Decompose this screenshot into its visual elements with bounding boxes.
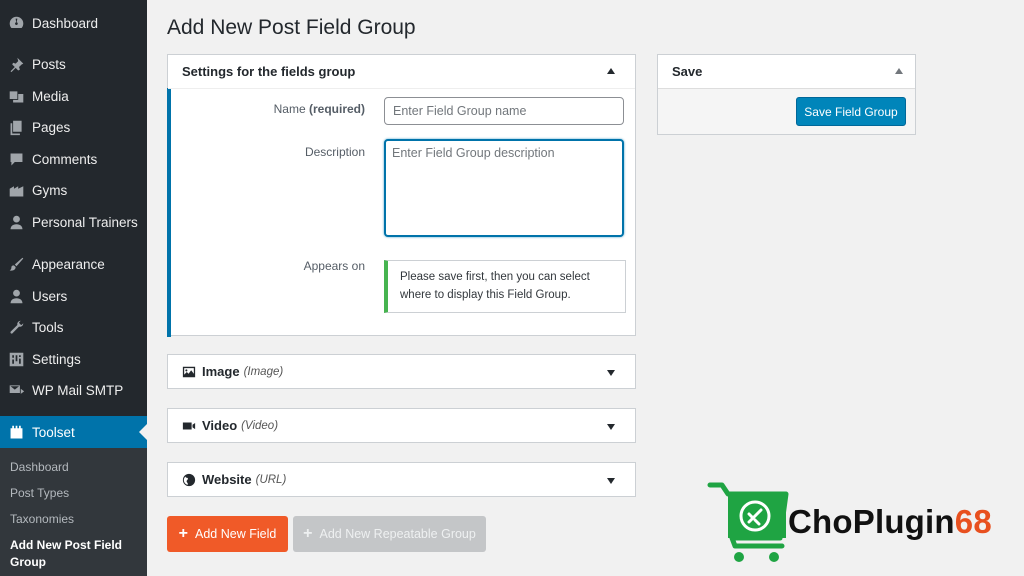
sidebar-item-settings[interactable]: Settings [0,344,147,374]
sidebar-item-media[interactable]: Media [0,81,147,111]
sidebar-item-toolset[interactable]: Toolset [0,416,147,448]
sidebar-item-tools[interactable]: Tools [0,312,147,342]
comments-icon [7,150,25,168]
expand-arrow-icon[interactable] [607,370,615,376]
group-name-input[interactable]: Enter Field Group name [384,97,624,125]
save-body: Save Field Group [658,89,915,134]
sidebar-item-users[interactable]: Users [0,281,147,311]
plus-icon: + [303,525,313,542]
choplugin-logo-text: ChoPlugin68 [788,503,992,540]
add-repeatable-group-button[interactable]: + Add New Repeatable Group [293,516,486,552]
settings-icon [7,350,25,368]
add-new-field-button[interactable]: + Add New Field [167,516,288,552]
field-website-postbox[interactable]: Website (URL) [167,462,636,497]
sidebar-item-appearance[interactable]: Appearance [0,249,147,279]
expand-arrow-icon[interactable] [607,478,615,484]
pin-icon [7,55,25,73]
group-description-textarea[interactable]: Enter Field Group description [384,139,624,237]
pages-icon [7,118,25,136]
field-website-header[interactable]: Website (URL) [168,463,635,496]
expand-arrow-icon[interactable] [607,424,615,430]
field-video-header[interactable]: Video (Video) [168,409,635,442]
save-postbox: Save Save Field Group [657,54,916,135]
appears-on-notice: Please save first, then you can select w… [384,260,626,313]
submenu-post-types[interactable]: Post Types [10,486,69,500]
field-video-postbox[interactable]: Video (Video) [167,408,636,443]
users-icon [7,287,25,305]
page-title: Add New Post Field Group [167,16,416,39]
toolset-icon [7,423,25,441]
appears-on-label: Appears on [303,259,365,273]
sidebar-item-comments[interactable]: Comments [0,144,147,174]
mail-icon [7,381,25,399]
dashboard-icon [7,14,25,32]
toolset-submenu: Dashboard Post Types Taxonomies Add New … [0,448,147,576]
settings-postbox: Settings for the fields group Name (requ… [167,54,636,337]
sidebar-item-posts[interactable]: Posts [0,49,147,79]
sidebar-item-pages[interactable]: Pages [0,112,147,142]
collapse-arrow-icon[interactable] [607,68,615,74]
brush-icon [7,255,25,273]
admin-sidebar: Dashboard Posts Media Pages Comments Gym… [0,0,147,576]
submenu-add-new-post-field-group[interactable]: Add New Post Field Group [10,537,130,571]
active-indicator-bar [167,88,171,337]
sidebar-item-personal-trainers[interactable]: Personal Trainers [0,207,147,237]
field-image-header[interactable]: Image (Image) [168,355,635,388]
sidebar-item-gyms[interactable]: Gyms [0,175,147,205]
media-icon [7,87,25,105]
user-icon [7,213,25,231]
globe-icon [182,473,196,487]
collapse-arrow-icon[interactable] [895,68,903,74]
submenu-dashboard[interactable]: Dashboard [10,460,69,474]
submenu-taxonomies[interactable]: Taxonomies [10,512,74,526]
save-header[interactable]: Save [658,55,915,89]
plus-icon: + [178,525,189,542]
settings-title: Settings for the fields group [182,64,356,79]
description-label: Description [304,145,365,159]
name-label: Name (required) [273,102,365,116]
wrench-icon [7,318,25,336]
building-icon [7,181,25,199]
save-field-group-button[interactable]: Save Field Group [796,97,906,126]
sidebar-item-wp-mail-smtp[interactable]: WP Mail SMTP [0,375,147,405]
sidebar-item-dashboard[interactable]: Dashboard [0,8,147,38]
video-camera-icon [182,419,196,433]
settings-header[interactable]: Settings for the fields group [168,55,635,89]
active-menu-pointer [139,424,147,440]
field-image-postbox[interactable]: Image (Image) [167,354,636,389]
image-icon [182,365,196,379]
